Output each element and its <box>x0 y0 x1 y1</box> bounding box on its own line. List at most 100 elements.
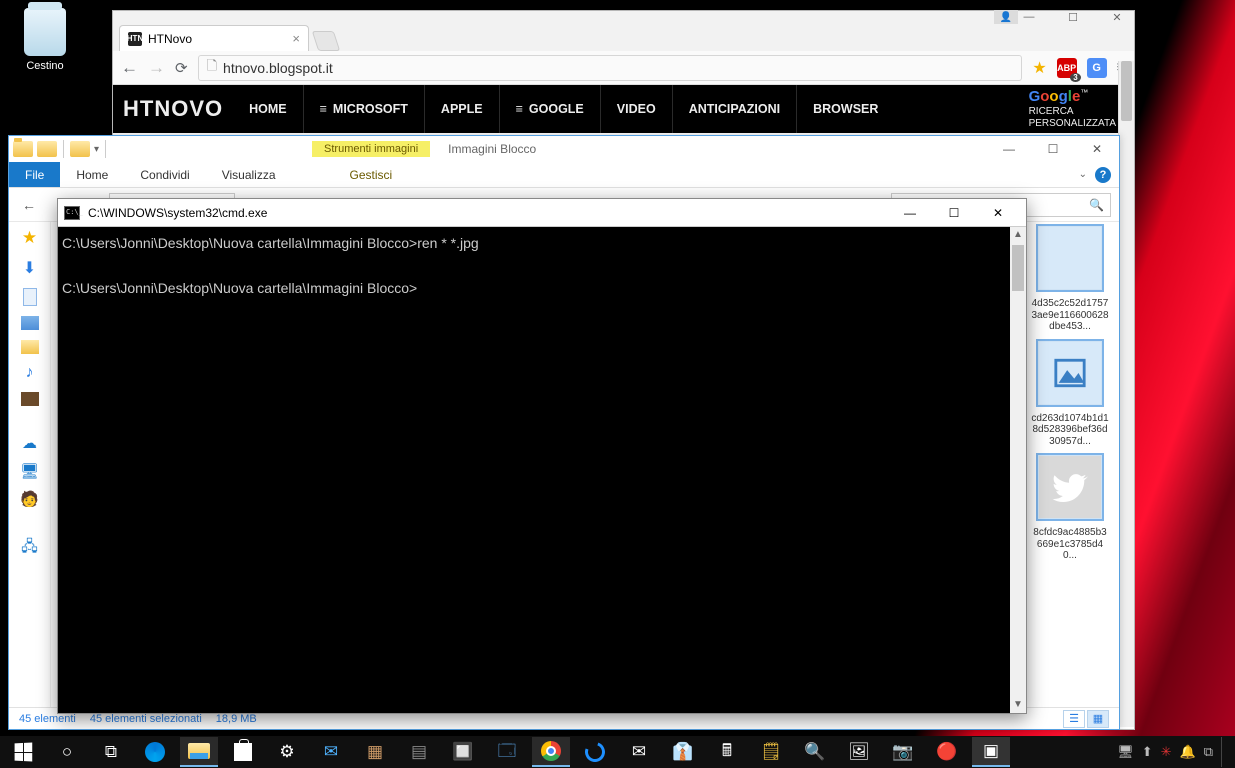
network-icon[interactable]: 🖧 <box>21 536 38 561</box>
nav-home[interactable]: HOME <box>233 85 303 133</box>
search-button[interactable]: 🔍 <box>796 737 834 767</box>
image-thumbnail[interactable] <box>1038 341 1102 405</box>
edge-button[interactable] <box>136 737 174 767</box>
bookmark-star-icon[interactable]: ★ <box>1032 58 1046 78</box>
documents-icon[interactable] <box>23 288 37 306</box>
pictures-icon[interactable] <box>21 316 39 330</box>
reload-button[interactable]: ⟳ <box>175 59 188 77</box>
cmd-maximize[interactable]: ☐ <box>932 199 976 227</box>
folder-icon[interactable] <box>70 141 90 157</box>
chrome-close[interactable]: ✕ <box>1104 10 1130 24</box>
camera-button[interactable]: 📷 <box>884 737 922 767</box>
nav-microsoft[interactable]: ≡MICROSOFT <box>303 85 424 133</box>
app-button[interactable]: ▦ <box>356 737 394 767</box>
ribbon-view[interactable]: Visualizza <box>206 162 292 187</box>
calculator-button[interactable]: 🖩 <box>708 737 746 767</box>
ie-button[interactable] <box>576 737 614 767</box>
chrome-maximize[interactable]: ☐ <box>1060 10 1086 24</box>
scrollbar-thumb[interactable] <box>1121 61 1132 121</box>
folder-icon[interactable] <box>21 340 39 354</box>
qat-dropdown-icon[interactable]: ▾ <box>94 144 99 155</box>
show-desktop[interactable] <box>1221 737 1227 767</box>
cmd-output[interactable]: C:\Users\Jonni\Desktop\Nuova cartella\Im… <box>58 227 1026 713</box>
google-search-widget[interactable]: Google™ RICERCA PERSONALIZZATA <box>1029 88 1116 130</box>
navigation-pane[interactable]: ★ ⬇ ♪ ☁ 🖥 🧑 🖧 <box>9 222 51 707</box>
new-tab-button[interactable] <box>312 31 340 51</box>
tray-icon[interactable]: 🖥 <box>1117 744 1134 760</box>
chrome-titlebar[interactable]: — ☐ ✕ <box>113 11 1134 23</box>
nav-apple[interactable]: APPLE <box>424 85 499 133</box>
chrome-profile-button[interactable]: 👤 <box>994 10 1018 24</box>
thumbnails-view-button[interactable]: ▦ <box>1087 710 1109 728</box>
tray-icon[interactable]: ⬆ <box>1142 744 1153 760</box>
chrome-minimize[interactable]: — <box>1016 10 1042 24</box>
app-button[interactable]: ▤ <box>400 737 438 767</box>
minimize-button[interactable]: — <box>987 136 1031 162</box>
downloads-icon[interactable]: ⬇ <box>23 258 36 278</box>
app-button[interactable]: 👔 <box>664 737 702 767</box>
start-button[interactable] <box>4 737 42 767</box>
nav-back-button[interactable]: ← <box>17 193 41 217</box>
close-button[interactable]: ✕ <box>1075 136 1119 162</box>
maximize-button[interactable]: ☐ <box>1031 136 1075 162</box>
music-icon[interactable]: ♪ <box>26 364 34 382</box>
cmd-button[interactable]: ▣ <box>972 737 1010 767</box>
image-thumbnail[interactable] <box>1038 226 1102 290</box>
browser-tab[interactable]: HTN HTNovo × <box>119 25 309 51</box>
tray-icon[interactable]: ⧉ <box>1204 744 1213 760</box>
page-scrollbar[interactable] <box>1118 61 1134 727</box>
explorer-titlebar[interactable]: ▾ Strumenti immagini Immagini Blocco — ☐… <box>9 136 1119 162</box>
cortana-button[interactable]: ○ <box>48 737 86 767</box>
nav-video[interactable]: VIDEO <box>600 85 672 133</box>
ribbon-context-tab[interactable]: Strumenti immagini <box>312 141 430 157</box>
ribbon-home[interactable]: Home <box>60 162 124 187</box>
help-icon[interactable]: ? <box>1095 167 1111 183</box>
this-pc-icon[interactable]: 🖥 <box>20 462 39 480</box>
nav-anticipazioni[interactable]: ANTICIPAZIONI <box>672 85 796 133</box>
ribbon-file[interactable]: File <box>9 162 60 187</box>
notes-button[interactable]: 🗒 <box>752 737 790 767</box>
tab-close-icon[interactable]: × <box>292 31 300 46</box>
translate-icon[interactable]: G <box>1087 58 1107 78</box>
folder-icon[interactable] <box>13 141 33 157</box>
mail2-button[interactable]: ✉ <box>620 737 658 767</box>
onedrive-icon[interactable]: ☁ <box>22 434 37 452</box>
tray-icon[interactable]: ✳ <box>1161 744 1172 760</box>
nav-google[interactable]: ≡GOOGLE <box>499 85 600 133</box>
scrollbar-thumb[interactable] <box>1012 245 1024 291</box>
folder-icon[interactable] <box>37 141 57 157</box>
details-view-button[interactable]: ☰ <box>1063 710 1085 728</box>
ribbon-manage[interactable]: Gestisci <box>334 162 409 187</box>
store-button[interactable] <box>224 737 262 767</box>
app-button[interactable]: 🗔 <box>488 737 526 767</box>
chrome-button[interactable] <box>532 737 570 767</box>
cmd-titlebar[interactable]: C:\WINDOWS\system32\cmd.exe — ☐ ✕ <box>58 199 1026 227</box>
tray-icon[interactable]: 🔔 <box>1180 744 1196 760</box>
photos-button[interactable]: 🖼 <box>840 737 878 767</box>
recycle-bin[interactable]: Cestino <box>10 6 80 72</box>
settings-button[interactable]: ⚙ <box>268 737 306 767</box>
system-tray[interactable]: 🖥 ⬆ ✳ 🔔 ⧉ <box>1117 737 1231 767</box>
site-logo[interactable]: HTNOVO <box>123 96 223 122</box>
ribbon-share[interactable]: Condividi <box>124 162 205 187</box>
task-view-button[interactable]: ⧉ <box>92 737 130 767</box>
quick-access-icon[interactable]: ★ <box>22 228 37 248</box>
videos-icon[interactable] <box>21 392 39 406</box>
cmd-close[interactable]: ✕ <box>976 199 1020 227</box>
nav-browser[interactable]: BROWSER <box>796 85 894 133</box>
cmd-scrollbar[interactable]: ▲ ▼ <box>1010 227 1026 713</box>
mail-button[interactable]: ✉ <box>312 737 350 767</box>
ribbon-collapse-icon[interactable]: ⌄ <box>1079 169 1087 180</box>
scroll-down-icon[interactable]: ▼ <box>1010 697 1026 713</box>
cmd-minimize[interactable]: — <box>888 199 932 227</box>
address-bar[interactable]: 🗋 htnovo.blogspot.it <box>198 55 1023 81</box>
user-icon[interactable]: 🧑 <box>20 490 39 508</box>
back-button[interactable]: ← <box>121 58 138 78</box>
app-button[interactable]: 🔴 <box>928 737 966 767</box>
image-thumbnail[interactable] <box>1038 455 1102 519</box>
explorer-button[interactable] <box>180 737 218 767</box>
adblock-icon[interactable]: ABP <box>1057 58 1077 78</box>
scroll-up-icon[interactable]: ▲ <box>1010 227 1026 243</box>
app-button[interactable]: 🔲 <box>444 737 482 767</box>
forward-button[interactable]: → <box>148 58 165 78</box>
